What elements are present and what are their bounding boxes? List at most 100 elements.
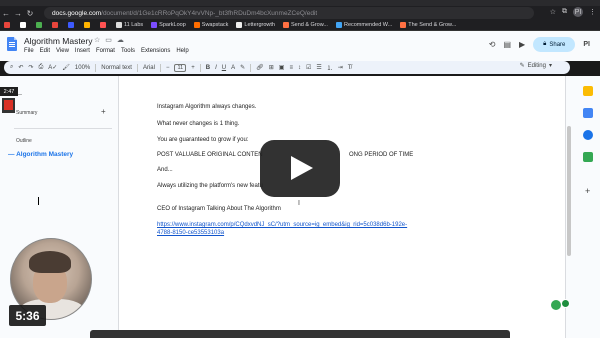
redo-icon[interactable]: ↷: [28, 64, 33, 71]
bookmark-favicon: [116, 22, 122, 28]
checklist-icon[interactable]: ☑: [306, 64, 311, 71]
bookmark-item[interactable]: Lettergrowth: [236, 22, 275, 28]
bookmark-item[interactable]: [52, 22, 60, 28]
style-select[interactable]: Normal text: [101, 65, 132, 71]
bookmark-item[interactable]: [36, 22, 44, 28]
menu-format[interactable]: Format: [96, 48, 115, 54]
menu-extensions[interactable]: Extensions: [141, 48, 170, 54]
bookmark-item[interactable]: Swapstack: [193, 22, 229, 28]
toolbar-divider: [250, 63, 252, 72]
underline-button[interactable]: U: [222, 65, 226, 71]
doc-link[interactable]: https://www.instagram.com/p/CQdxvdNJ_sC/…: [157, 221, 412, 237]
link-icon[interactable]: 🔗︎: [256, 64, 264, 71]
star-icon[interactable]: ☆: [94, 36, 100, 44]
vertical-scrollbar[interactable]: [567, 126, 571, 256]
print-icon[interactable]: ⎙: [38, 64, 43, 71]
side-panel-rail: +: [575, 76, 600, 338]
bookmark-favicon: [400, 22, 407, 28]
maps-icon[interactable]: [583, 152, 593, 162]
docs-logo-icon[interactable]: [7, 37, 17, 51]
indent-icon[interactable]: ⇥: [338, 64, 343, 71]
image-icon[interactable]: ▣: [279, 64, 285, 71]
paint-format-icon[interactable]: 🖌︎: [62, 64, 70, 71]
browser-toolbar: ← → ↻ docs.google.com /document/d/1Ge1cR…: [0, 6, 600, 20]
editing-mode-select[interactable]: ✎ Editing ▾: [520, 62, 552, 70]
bookmark-item[interactable]: [4, 22, 12, 28]
highlight-icon[interactable]: ✎: [240, 64, 245, 71]
star-icon[interactable]: ☆: [550, 8, 556, 16]
assistant-icon[interactable]: [561, 299, 570, 308]
italic-button[interactable]: I: [215, 65, 217, 71]
reload-icon[interactable]: ↻: [24, 9, 36, 18]
cloud-status-icon[interactable]: ☁: [117, 36, 124, 44]
comment-add-icon[interactable]: ⊞: [269, 64, 274, 71]
bookmark-label: Recommended W...: [343, 22, 393, 28]
menu-insert[interactable]: Insert: [75, 48, 90, 54]
tasks-icon[interactable]: [583, 108, 593, 118]
font-size-input[interactable]: 11: [174, 63, 187, 72]
font-select[interactable]: Arial: [143, 65, 155, 71]
video-frame: ← → ↻ docs.google.com /document/d/1Ge1cR…: [0, 0, 600, 338]
person-hair: [29, 251, 71, 273]
account-avatar[interactable]: PI: [583, 41, 590, 48]
numbered-list-icon[interactable]: ⒈: [327, 63, 333, 72]
bookmarks-bar: 11 Labs SparkLoop Swapstack Lettergrowth…: [0, 20, 600, 31]
doc-paragraph: POST VALUABLE ORIGINAL CONTEN: [157, 152, 263, 158]
explore-icon[interactable]: [551, 300, 561, 310]
align-icon[interactable]: ≡: [289, 65, 293, 71]
add-addon-icon[interactable]: +: [585, 186, 590, 196]
menu-icon[interactable]: ⋮: [589, 8, 596, 16]
bookmark-label: Lettergrowth: [244, 22, 275, 28]
bookmark-item[interactable]: [100, 22, 108, 28]
contacts-icon[interactable]: [583, 130, 593, 140]
menu-file[interactable]: File: [24, 48, 34, 54]
bold-button[interactable]: B: [206, 65, 210, 71]
back-icon[interactable]: ←: [0, 9, 12, 18]
clear-format-icon[interactable]: T̸: [348, 65, 352, 71]
spellcheck-icon[interactable]: A✓: [48, 64, 57, 71]
video-duration: 5:36: [9, 305, 46, 326]
zoom-select[interactable]: 100%: [75, 65, 90, 71]
keep-icon[interactable]: [583, 86, 593, 96]
add-summary-icon[interactable]: +: [101, 107, 106, 116]
bookmark-item[interactable]: SparkLoop: [151, 22, 186, 28]
line-spacing-icon[interactable]: ↕: [298, 65, 301, 71]
history-icon[interactable]: ⟲: [489, 40, 496, 49]
font-size-decrease[interactable]: −: [166, 65, 170, 71]
address-bar[interactable]: docs.google.com /document/d/1Ge1cRRoPqOk…: [44, 7, 534, 19]
bookmark-item[interactable]: 11 Labs: [116, 22, 143, 28]
menu-edit[interactable]: Edit: [40, 48, 50, 54]
play-button[interactable]: [260, 140, 340, 197]
menu-help[interactable]: Help: [176, 48, 188, 54]
bookmark-item[interactable]: Send & Grow...: [282, 22, 328, 28]
extensions-icon[interactable]: ⧉: [562, 8, 567, 16]
bookmark-item[interactable]: [68, 22, 76, 28]
forward-icon[interactable]: →: [12, 9, 24, 18]
profile-avatar[interactable]: PI: [573, 7, 583, 17]
bookmark-item[interactable]: [84, 22, 92, 28]
menu-tools[interactable]: Tools: [121, 48, 135, 54]
toolbar-divider: [136, 63, 138, 72]
share-button[interactable]: 🔒︎ Share: [533, 37, 576, 52]
undo-icon[interactable]: ↶: [18, 64, 23, 71]
move-folder-icon[interactable]: ▭: [105, 36, 112, 44]
document-title[interactable]: Algorithm Mastery: [24, 36, 93, 46]
text-color-icon[interactable]: A: [231, 65, 235, 71]
stop-recording-icon[interactable]: [2, 98, 15, 113]
bookmark-label: 11 Labs: [124, 22, 144, 28]
font-size-increase[interactable]: +: [191, 65, 195, 71]
meet-icon[interactable]: ▶: [519, 40, 525, 49]
bookmark-item[interactable]: [20, 22, 28, 28]
document-page[interactable]: Instagram Algorithm always changes. What…: [118, 76, 566, 338]
menu-view[interactable]: View: [56, 48, 69, 54]
search-menus-icon[interactable]: ⌕: [10, 64, 13, 71]
bookmark-label: Swapstack: [201, 22, 229, 28]
doc-paragraph: Always utilizing the platform's new feat…: [157, 183, 263, 189]
bullet-list-icon[interactable]: ☰: [316, 64, 321, 71]
bookmark-item[interactable]: The Send & Grow...: [400, 22, 456, 28]
bookmark-item[interactable]: Recommended W...: [335, 22, 393, 28]
outline-item-algorithm-mastery[interactable]: — Algorithm Mastery: [8, 151, 73, 158]
summary-label: Summary: [16, 110, 38, 116]
comment-icon[interactable]: ▤: [503, 40, 511, 49]
bookmark-favicon: [100, 22, 106, 28]
